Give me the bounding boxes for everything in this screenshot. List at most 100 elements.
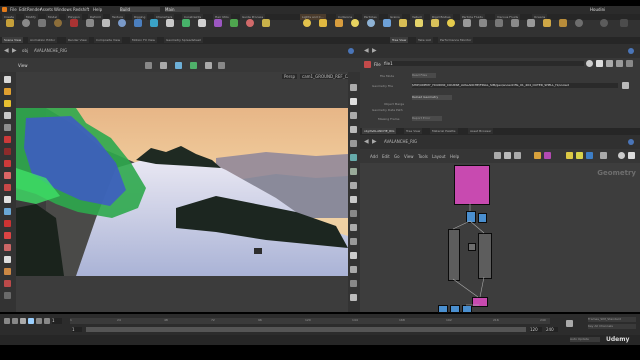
handle-tool-icon[interactable]	[4, 148, 11, 155]
points-icon[interactable]	[350, 168, 357, 175]
forward-arrow-icon[interactable]: ▶	[372, 139, 377, 145]
normals-icon[interactable]	[350, 154, 357, 161]
back-arrow-icon[interactable]: ◀	[4, 48, 9, 54]
box-tool-icon[interactable]	[6, 19, 14, 27]
camera-icon[interactable]	[463, 19, 471, 27]
view-options-icon[interactable]	[218, 62, 225, 69]
network-menu-tools[interactable]: Tools	[418, 154, 428, 159]
network-menu-go[interactable]: Go	[394, 154, 400, 159]
tube-tool-icon[interactable]	[38, 19, 46, 27]
render-preview-icon[interactable]	[350, 294, 357, 301]
key-icon[interactable]	[566, 320, 573, 327]
file-tool-icon[interactable]	[262, 19, 270, 27]
render-region-icon[interactable]	[4, 232, 11, 239]
forward-arrow-icon[interactable]: ▶	[12, 48, 17, 54]
network-menu-help[interactable]: Help	[450, 154, 459, 159]
sphere-tool-icon[interactable]	[22, 19, 30, 27]
particle-tool-icon[interactable]	[4, 208, 11, 215]
cut-tool-icon[interactable]	[4, 292, 11, 299]
portal-light-icon[interactable]	[431, 19, 439, 27]
tab-network[interactable]: obj/AVALANCHE_RIG	[362, 128, 397, 134]
last-frame-icon[interactable]	[44, 318, 50, 324]
wrench-icon[interactable]	[504, 152, 511, 159]
tab-asset-browser[interactable]: Asset Browser	[468, 128, 494, 134]
shape-palette-icon[interactable]	[544, 152, 551, 159]
play-icon[interactable]	[28, 318, 34, 324]
reload-geometry-button[interactable]: Reload Geometry	[412, 95, 452, 100]
camera-lock-icon[interactable]	[350, 210, 357, 217]
lock-icon[interactable]	[616, 60, 623, 67]
visualizer-icon[interactable]	[350, 224, 357, 231]
wireframe-icon[interactable]	[350, 126, 357, 133]
status-key-all[interactable]: Key All Channels	[588, 324, 636, 329]
menu-edit[interactable]: Edit	[19, 7, 27, 12]
spotlight-icon[interactable]	[303, 19, 311, 27]
shading-icon[interactable]	[205, 62, 212, 69]
tools-icon[interactable]	[494, 152, 501, 159]
null-tool-icon[interactable]	[86, 19, 94, 27]
houdini-logo-icon[interactable]	[2, 7, 7, 12]
gi-light-icon[interactable]	[399, 19, 407, 27]
light-template-icon[interactable]	[543, 19, 551, 27]
back-arrow-icon[interactable]: ◀	[364, 139, 369, 145]
forward-arrow-icon[interactable]: ▶	[372, 48, 377, 54]
caustic-light-icon[interactable]	[415, 19, 423, 27]
ghost-icon[interactable]	[350, 112, 357, 119]
pin-icon[interactable]	[628, 48, 634, 54]
missing-frame-dropdown[interactable]: Report Error	[412, 116, 442, 121]
grid-tool-icon[interactable]	[70, 19, 78, 27]
backface-icon[interactable]	[350, 140, 357, 147]
info-icon[interactable]	[606, 60, 613, 67]
file-mode-dropdown[interactable]: Read Files	[412, 73, 436, 78]
text-tool-icon[interactable]	[198, 19, 206, 27]
distant-light-icon[interactable]	[351, 19, 359, 27]
menu-assets[interactable]: Assets	[40, 7, 53, 12]
background-icon[interactable]	[350, 238, 357, 245]
view-tool-icon[interactable]	[4, 136, 11, 143]
camera-nav-icon[interactable]	[160, 62, 167, 69]
wire-tool-icon[interactable]	[4, 196, 11, 203]
tab-scene-view[interactable]: Scene View	[2, 37, 24, 43]
tab-tree-view[interactable]: Tree View	[404, 128, 423, 134]
torus-tool-icon[interactable]	[54, 19, 62, 27]
magnet-tool-icon[interactable]	[4, 172, 11, 179]
snap-tool-icon[interactable]	[4, 184, 11, 191]
brush-tool-icon[interactable]	[4, 160, 11, 167]
menu-help[interactable]: Help	[93, 7, 102, 12]
lighting-icon[interactable]	[350, 98, 357, 105]
tab-take-list[interactable]: Take List	[416, 37, 433, 43]
help-shelf-icon[interactable]	[575, 19, 583, 27]
snap-icon[interactable]	[145, 62, 152, 69]
auto-update-dropdown[interactable]: Auto Update	[570, 337, 600, 342]
range-max-field[interactable]: 240	[546, 327, 558, 332]
tab-render-view[interactable]: Render View	[66, 37, 89, 43]
area-light-icon[interactable]	[319, 19, 327, 27]
display-options-icon[interactable]	[350, 84, 357, 91]
network-menu-edit[interactable]: Edit	[382, 154, 390, 159]
tab-performance-monitor[interactable]: Performance Monitor	[438, 37, 474, 43]
pose-tool-icon[interactable]	[4, 124, 11, 131]
tab-material-palette[interactable]: Material Palette	[430, 128, 458, 134]
geometry-file-field[interactable]: $HIP/UDEMY_HOUDINI_COURSE_AVALANCHE/FINA…	[412, 83, 618, 88]
menu-windows[interactable]: Windows	[54, 7, 72, 12]
vr-camera-icon[interactable]	[479, 19, 487, 27]
platonic-tool-icon[interactable]	[214, 19, 222, 27]
uv-icon[interactable]	[350, 182, 357, 189]
tab-motion-fx-view[interactable]: Motion FX View	[130, 37, 157, 43]
range-end-field[interactable]: 120	[530, 327, 542, 332]
magnify-tool-icon[interactable]	[4, 256, 11, 263]
viewport[interactable]: Persp cam1_GROUND_REF_CAM	[16, 72, 348, 312]
help-icon[interactable]	[596, 60, 603, 67]
file-browse-icon[interactable]	[622, 82, 629, 89]
attribute-tool-icon[interactable]	[4, 280, 11, 287]
gear-icon[interactable]	[586, 60, 593, 67]
shelf-add-icon[interactable]	[620, 19, 628, 27]
ambient-light-icon[interactable]	[447, 19, 455, 27]
grid-display-icon[interactable]	[350, 196, 357, 203]
path-tool-icon[interactable]	[166, 19, 174, 27]
network-editor[interactable]: Geometry	[360, 163, 640, 313]
path-obj[interactable]: obj	[22, 48, 28, 53]
frame-icon[interactable]	[350, 280, 357, 287]
display-icon[interactable]	[190, 62, 197, 69]
select-tool-icon[interactable]	[4, 76, 11, 83]
